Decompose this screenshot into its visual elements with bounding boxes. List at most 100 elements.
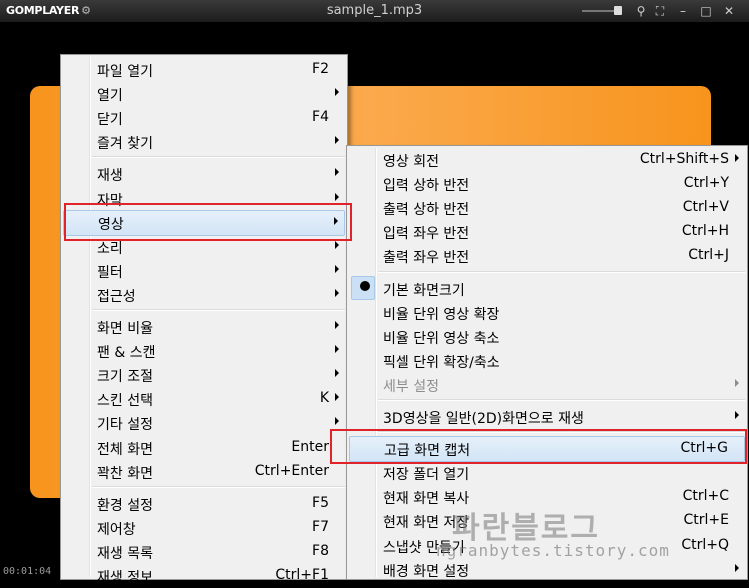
menu-item[interactable]: 소리 (63, 235, 345, 259)
submenu-arrow-icon (335, 345, 339, 354)
opacity-slider-handle[interactable] (614, 6, 622, 15)
menu-item-label: 기타 설정 (97, 417, 153, 434)
menu-item[interactable]: 접근성 (63, 283, 345, 307)
menu-item-label: 출력 상하 반전 (383, 202, 470, 219)
menu-item[interactable]: 재생 목록 F8 (63, 540, 345, 564)
menu-item-shortcut: Ctrl+F1 (275, 567, 329, 583)
menu-item-shortcut: Ctrl+Enter (254, 462, 329, 479)
menu-item[interactable]: 전체 화면 Enter (63, 436, 345, 460)
menu-item-label: 스킨 선택 (97, 393, 153, 410)
submenu-arrow-icon (335, 288, 339, 297)
menu-item[interactable]: 열기 (63, 82, 345, 106)
menu-item-label: 입력 상하 반전 (383, 178, 470, 195)
menu-item-label: 비율 단위 영상 축소 (383, 330, 500, 347)
title-bar[interactable]: GOMPLAYER ⚙ sample_1.mp3 ⚲ ⛶ – □ ✕ (0, 0, 749, 23)
opacity-slider[interactable] (582, 10, 614, 12)
menu-item[interactable]: 환경 설정 F5 (63, 492, 345, 516)
menu-item[interactable]: 자막 (63, 187, 345, 211)
menu-item[interactable]: 재생 (63, 162, 345, 186)
menu-item-label: 즐겨 찾기 (97, 136, 153, 153)
menu-item-label: 기본 화면크기 (383, 282, 465, 299)
menu-item-label: 소리 (97, 240, 123, 257)
menu-item-label: 픽셀 단위 확장/축소 (383, 354, 500, 371)
menu-item[interactable]: 필터 (63, 259, 345, 283)
menu-item[interactable]: 3D영상을 일반(2D)화면으로 재생 (349, 405, 745, 429)
menu-item-label: 제어창 (97, 521, 136, 538)
menu-item[interactable]: 영상 회전 Ctrl+Shift+S (349, 148, 745, 172)
menu-item-label: 고급 화면 캡처 (384, 443, 471, 460)
menu-item-shortcut: F4 (312, 109, 329, 126)
menu-item[interactable]: 즐겨 찾기 (63, 130, 345, 154)
menu-item[interactable]: 저장 폴더 열기 (349, 461, 745, 485)
submenu-arrow-icon (735, 411, 739, 419)
menu-item-shortcut: F8 (312, 542, 329, 559)
menu-item-shortcut: Ctrl+Y (683, 175, 729, 192)
context-menu: 파일 열기 F2 열기닫기 F4 즐겨 찾기재생 자막영상소리필터접근성화면 비율팬 & … (60, 54, 348, 586)
menu-item[interactable]: 비율 단위 영상 축소 (349, 325, 745, 349)
menu-item[interactable]: 영상 (63, 209, 345, 236)
menu-item-shortcut: Ctrl+C (682, 488, 729, 505)
menu-item-label: 필터 (97, 264, 123, 281)
menu-item[interactable]: 기타 설정 (63, 411, 345, 435)
submenu-arrow-icon (335, 264, 339, 273)
menu-item-shortcut: Ctrl+E (683, 512, 730, 529)
pin-icon[interactable]: ⚲ (633, 3, 649, 19)
menu-item[interactable]: 기본 화면크기 (349, 275, 745, 301)
menu-item-label: 영상 회전 (383, 154, 439, 170)
menu-item[interactable]: 입력 좌우 반전 Ctrl+H (349, 220, 745, 244)
menu-item-label: 영상 (98, 216, 124, 233)
menu-separator (378, 399, 745, 401)
menu-item[interactable]: 비율 단위 영상 확장 (349, 301, 745, 325)
submenu-arrow-icon (735, 563, 739, 572)
submenu-arrow-icon (335, 369, 339, 378)
menu-separator (92, 156, 345, 159)
menu-item[interactable]: 닫기 F4 (63, 106, 345, 130)
watermark-url: ngranbytes.tistory.com (436, 541, 670, 560)
submenu-arrow-icon (335, 240, 339, 249)
menu-item-shortcut: Ctrl+V (682, 199, 729, 216)
menu-item-shortcut: Ctrl+Q (681, 536, 729, 553)
menu-item-label: 비율 단위 영상 확장 (383, 306, 500, 323)
menu-item-label: 닫기 (97, 112, 123, 129)
menu-item-label: 입력 좌우 반전 (383, 226, 470, 243)
maximize-icon[interactable]: □ (698, 3, 714, 19)
menu-item-label: 크기 조절 (97, 369, 153, 386)
menu-item-shortcut: Ctrl+Shift+S (639, 151, 729, 167)
menu-item[interactable]: 고급 화면 캡처 Ctrl+G (349, 436, 745, 463)
submenu-arrow-icon (334, 216, 338, 225)
menu-item-label: 파일 열기 (97, 64, 153, 80)
menu-item[interactable]: 팬 & 스캔 (63, 339, 345, 363)
menu-item-shortcut: Enter (291, 438, 329, 455)
menu-item[interactable]: 스킨 선택 K (63, 387, 345, 411)
menu-item[interactable]: 파일 열기 F2 (63, 58, 345, 82)
minimize-icon[interactable]: – (675, 3, 691, 19)
menu-item[interactable]: 재생 정보 Ctrl+F1 (63, 564, 345, 588)
menu-item[interactable]: 크기 조절 (63, 363, 345, 387)
elapsed-time: 00:01:04 (3, 566, 52, 577)
menu-item-shortcut: F5 (312, 494, 329, 511)
submenu-arrow-icon (335, 417, 339, 426)
submenu-arrow-icon (335, 192, 339, 201)
menu-item[interactable]: 픽셀 단위 확장/축소 (349, 349, 745, 373)
menu-item-label: 접근성 (97, 288, 136, 305)
menu-item-shortcut: Ctrl+H (681, 223, 729, 240)
menu-item-label: 팬 & 스캔 (97, 345, 156, 362)
menu-item-label: 저장 폴더 열기 (383, 467, 470, 484)
menu-item-label: 꽉찬 화면 (97, 465, 153, 482)
menu-item[interactable]: 제어창 F7 (63, 516, 345, 540)
submenu-arrow-icon (335, 136, 339, 145)
close-icon[interactable]: ✕ (721, 3, 737, 19)
menu-item-shortcut: F2 (312, 61, 329, 77)
menu-item[interactable]: 꽉찬 화면 Ctrl+Enter (63, 460, 345, 484)
submenu-arrow-icon (735, 154, 739, 162)
menu-item-label: 재생 목록 (97, 545, 153, 562)
menu-item[interactable]: 출력 좌우 반전 Ctrl+J (349, 244, 745, 268)
fullscreen-icon[interactable]: ⛶ (652, 3, 668, 19)
menu-separator (92, 485, 345, 488)
menu-separator (378, 431, 745, 434)
submenu-arrow-icon (335, 168, 339, 177)
menu-item[interactable]: 화면 비율 (63, 315, 345, 339)
menu-item[interactable]: 출력 상하 반전 Ctrl+V (349, 196, 745, 220)
menu-item-label: 재생 정보 (97, 570, 153, 586)
menu-item[interactable]: 입력 상하 반전 Ctrl+Y (349, 172, 745, 196)
